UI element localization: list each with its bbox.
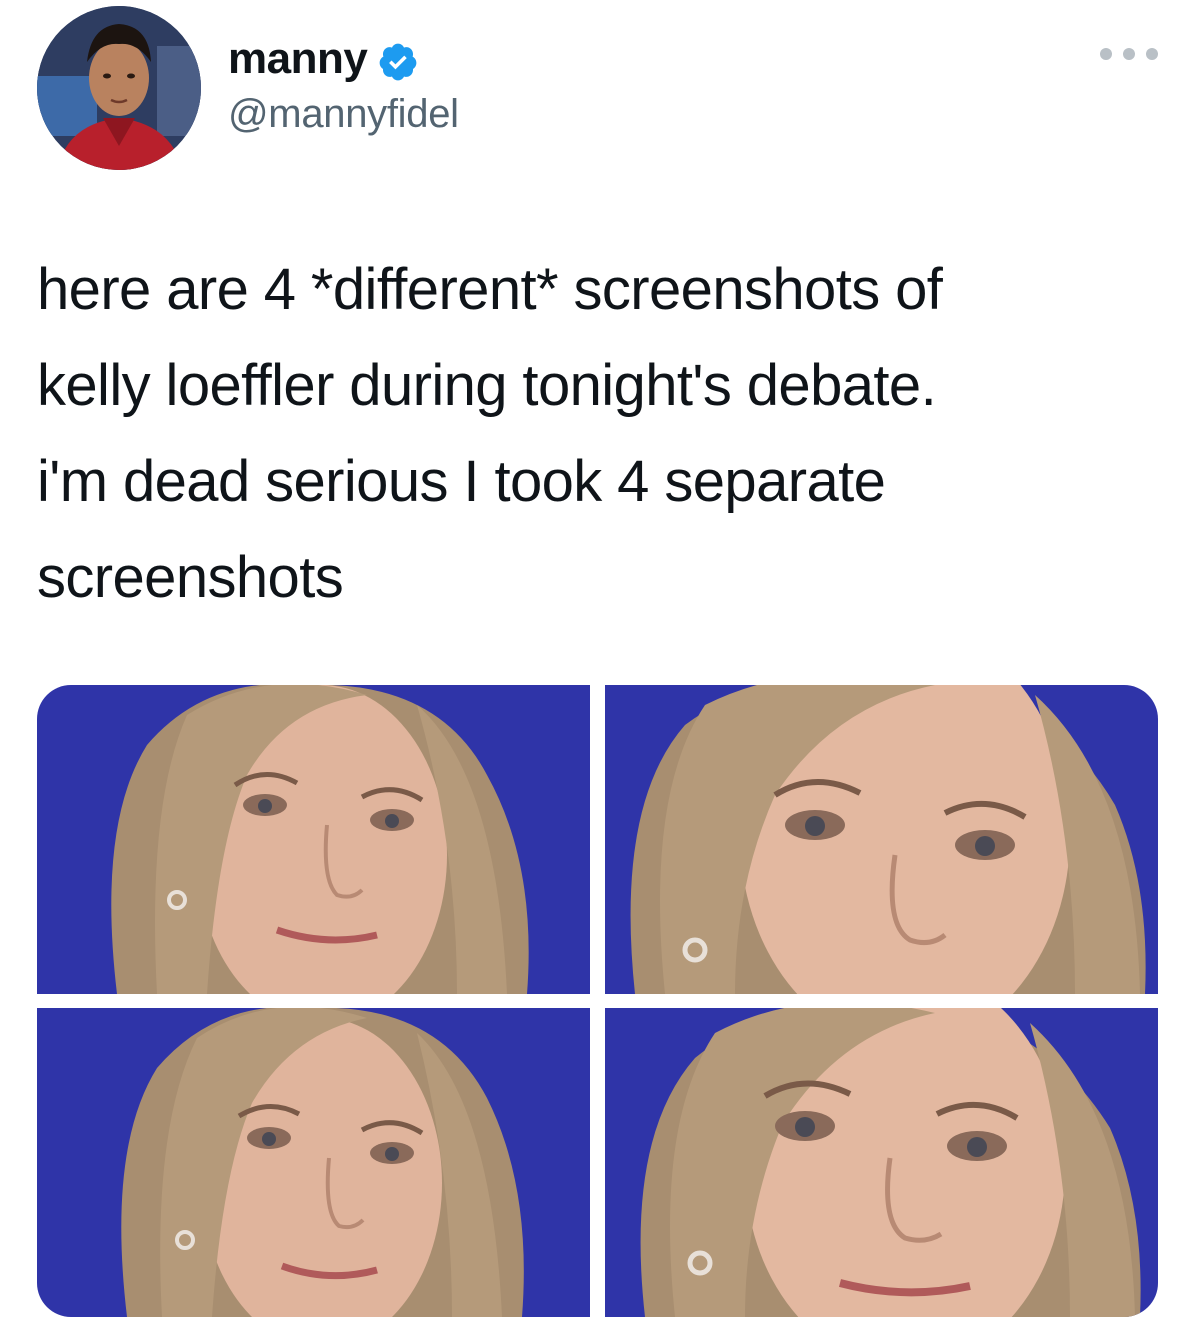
author-row[interactable]: manny bbox=[228, 30, 419, 88]
media-image-bottom-left[interactable] bbox=[37, 1008, 590, 1317]
more-dot bbox=[1146, 48, 1158, 60]
tweet: manny @mannyfidel here are 4 *different*… bbox=[0, 0, 1189, 1340]
tweet-text-line: i'm dead serious I took 4 separate bbox=[37, 449, 886, 514]
avatar-image bbox=[37, 6, 201, 170]
portrait-photo bbox=[37, 685, 590, 994]
tweet-text-line: screenshots bbox=[37, 545, 344, 610]
media-image-top-right[interactable] bbox=[605, 685, 1158, 994]
more-dot bbox=[1100, 48, 1112, 60]
display-name[interactable]: manny bbox=[228, 34, 368, 84]
portrait-photo bbox=[605, 685, 1158, 994]
tweet-text-line: here are 4 *different* screenshots of bbox=[37, 257, 943, 322]
handle[interactable]: @mannyfidel bbox=[228, 92, 459, 137]
more-dot bbox=[1123, 48, 1135, 60]
avatar[interactable] bbox=[37, 6, 201, 170]
media-image-top-left[interactable] bbox=[37, 685, 590, 994]
portrait-photo bbox=[37, 1008, 590, 1317]
verified-badge-icon bbox=[379, 43, 417, 81]
tweet-text: here are 4 *different* screenshots of kel… bbox=[37, 242, 1157, 626]
more-options-icon[interactable] bbox=[1100, 44, 1158, 64]
media-grid bbox=[37, 685, 1158, 1317]
tweet-text-line: kelly loeffler during tonight's debate. bbox=[37, 353, 937, 418]
portrait-photo bbox=[605, 1008, 1158, 1317]
media-image-bottom-right[interactable] bbox=[605, 1008, 1158, 1317]
